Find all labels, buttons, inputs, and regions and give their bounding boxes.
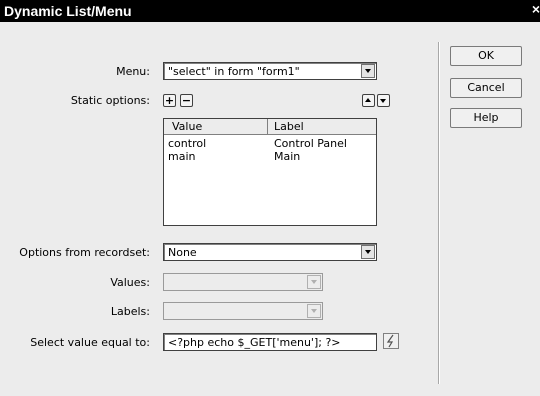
menu-label: Menu:	[116, 65, 150, 78]
labels-dropdown-icon[interactable]	[307, 304, 321, 318]
column-header-label[interactable]: Label	[274, 120, 304, 133]
window-title: Dynamic List/Menu	[4, 3, 132, 19]
recordset-label: Options from recordset:	[19, 246, 150, 259]
lightning-bolt-icon	[386, 334, 394, 348]
table-cell-value[interactable]: control	[168, 137, 206, 150]
values-dropdown-icon[interactable]	[307, 275, 321, 289]
select-equal-value: <?php echo $_GET['menu']; ?>	[168, 336, 341, 349]
recordset-select[interactable]: None	[163, 243, 377, 261]
labels-select[interactable]	[163, 302, 323, 320]
button-column-divider-highlight	[439, 42, 440, 384]
menu-select[interactable]: "select" in form "form1"	[163, 62, 377, 80]
add-option-button[interactable]: +	[163, 94, 176, 107]
title-bar: Dynamic List/Menu ×	[0, 0, 540, 22]
close-icon[interactable]: ×	[532, 1, 540, 17]
ok-button[interactable]: OK	[450, 46, 522, 66]
minus-icon: −	[181, 94, 192, 107]
select-equal-label: Select value equal to:	[30, 336, 150, 349]
menu-select-dropdown-icon[interactable]	[361, 64, 375, 78]
values-select[interactable]	[163, 273, 323, 291]
menu-select-value: "select" in form "form1"	[168, 65, 300, 78]
table-cell-label[interactable]: Control Panel	[274, 137, 347, 150]
recordset-dropdown-icon[interactable]	[361, 245, 375, 259]
arrow-up-icon	[365, 98, 371, 102]
column-header-value[interactable]: Value	[172, 120, 202, 133]
column-divider[interactable]	[267, 119, 268, 134]
values-label: Values:	[110, 276, 150, 289]
recordset-select-value: None	[168, 246, 197, 259]
plus-icon: +	[164, 94, 175, 107]
table-cell-label[interactable]: Main	[274, 150, 300, 163]
remove-option-button[interactable]: −	[180, 94, 193, 107]
select-equal-input[interactable]: <?php echo $_GET['menu']; ?>	[163, 333, 377, 351]
static-options-label: Static options:	[70, 94, 150, 107]
help-button[interactable]: Help	[450, 108, 522, 128]
table-cell-value[interactable]: main	[168, 150, 195, 163]
static-options-table[interactable]: Value Label control Control Panel main M…	[163, 118, 377, 226]
dialog-body: Menu: "select" in form "form1" Static op…	[0, 22, 540, 396]
move-up-button[interactable]	[362, 94, 375, 107]
cancel-button[interactable]: Cancel	[450, 78, 522, 98]
dynamic-data-button[interactable]	[383, 333, 399, 349]
labels-label: Labels:	[110, 305, 150, 318]
table-header: Value Label	[164, 119, 376, 135]
arrow-down-icon	[380, 99, 386, 103]
move-down-button[interactable]	[377, 94, 390, 107]
